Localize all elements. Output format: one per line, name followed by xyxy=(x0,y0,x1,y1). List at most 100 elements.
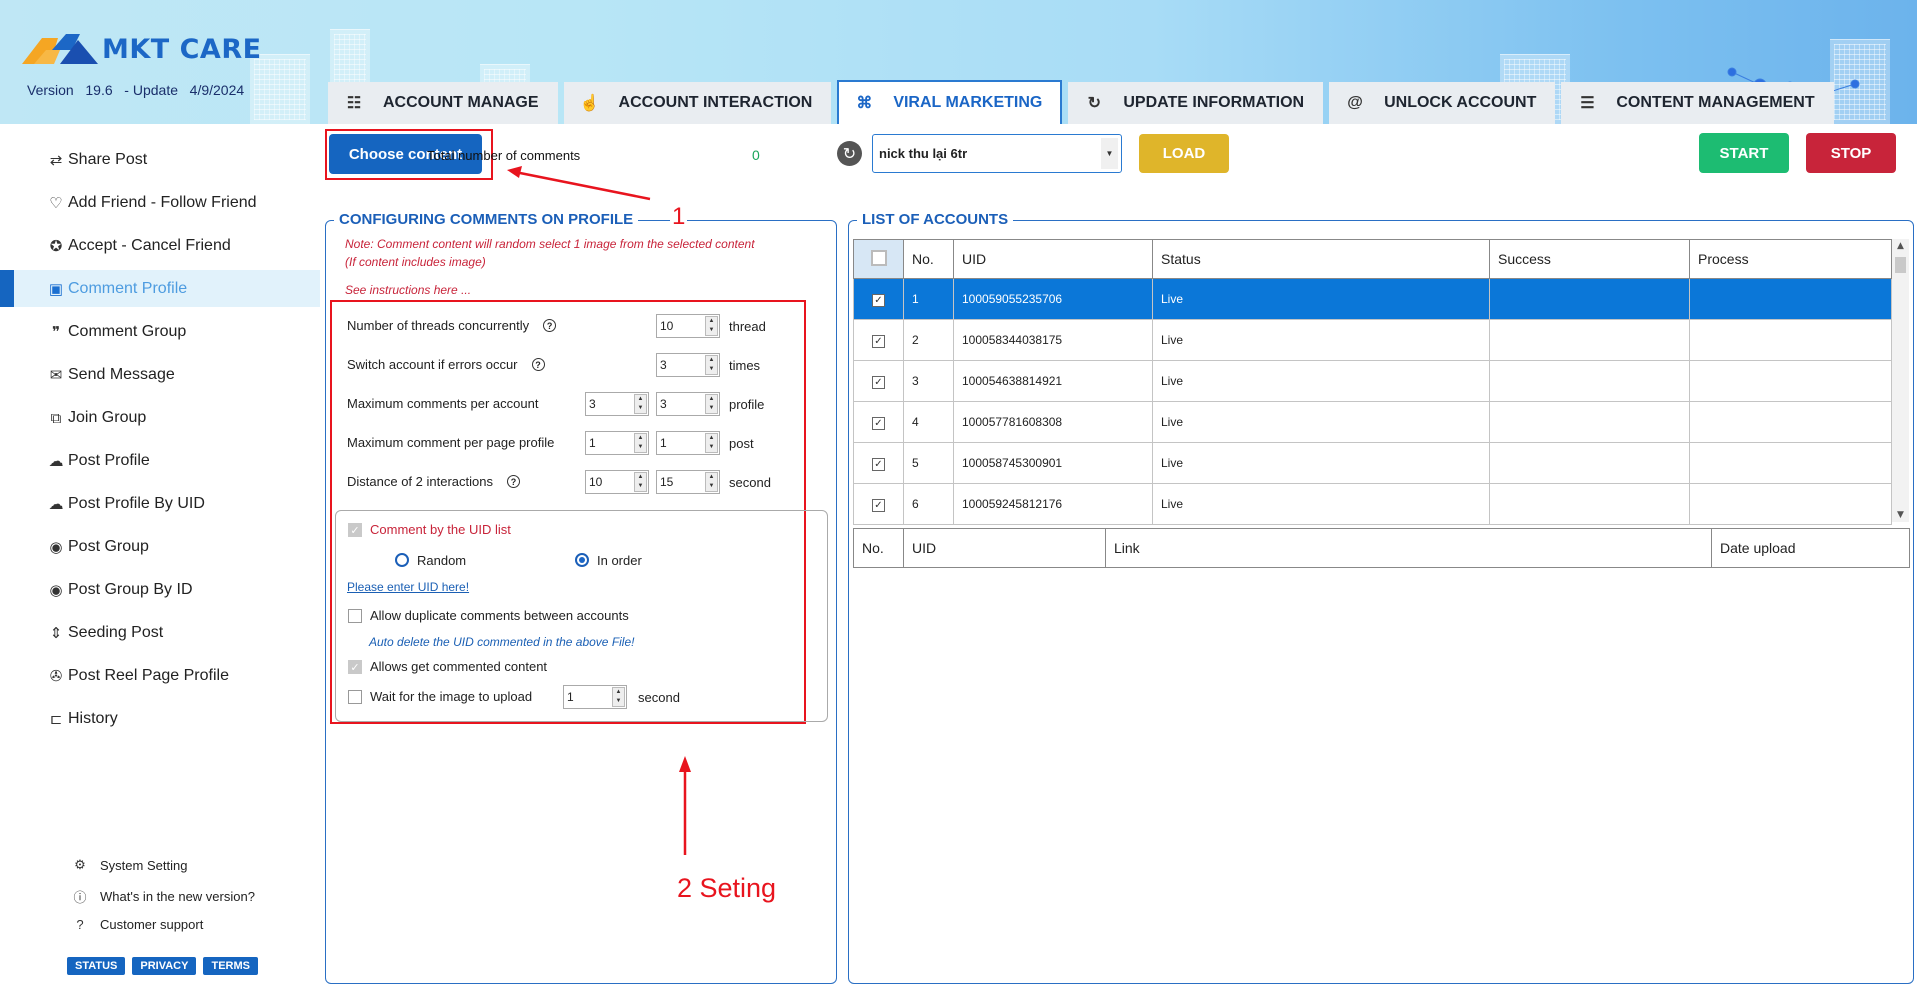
row-checkbox[interactable]: ✓ xyxy=(872,293,885,307)
max-comments-account-min-input[interactable]: 3 ▲ ▼ xyxy=(585,392,649,416)
column-header-uid[interactable]: UID xyxy=(903,528,1106,568)
tab-viral-marketing[interactable]: ⌘ VIRAL MARKETING xyxy=(837,80,1063,124)
table-row[interactable]: ✓ 2 100058344038175 Live xyxy=(853,319,1892,361)
table-row[interactable]: ✓ 5 100058745300901 Live xyxy=(853,442,1892,484)
sidebar-item-history[interactable]: ⊏ History xyxy=(0,700,320,738)
spin-arrows-icon[interactable]: ▲ ▼ xyxy=(705,394,718,414)
privacy-button[interactable]: PRIVACY xyxy=(132,957,197,975)
sidebar-item-seeding-post[interactable]: ⇕ Seeding Post xyxy=(0,614,320,652)
table-row[interactable]: ✓ 3 100054638814921 Live xyxy=(853,360,1892,402)
help-icon[interactable]: ? xyxy=(531,358,545,371)
sidebar-item-comment-profile[interactable]: ▣ Comment Profile xyxy=(0,270,320,307)
row-checkbox-cell[interactable]: ✓ xyxy=(853,319,904,361)
spin-arrows-icon[interactable]: ▲ ▼ xyxy=(705,433,718,453)
row-checkbox[interactable]: ✓ xyxy=(872,498,885,512)
account-folder-select[interactable]: nick thu lại 6tr ▼ xyxy=(872,134,1122,173)
sidebar-item-share-post[interactable]: ⇄ Share Post xyxy=(0,141,320,179)
start-button[interactable]: START xyxy=(1699,133,1789,173)
sidebar-item-accept-cancel-friend[interactable]: ✪ Accept - Cancel Friend xyxy=(0,227,320,265)
sidebar-item-post-group[interactable]: ◉ Post Group xyxy=(0,528,320,566)
row-checkbox-cell[interactable]: ✓ xyxy=(853,442,904,484)
row-checkbox[interactable]: ✓ xyxy=(872,416,885,430)
max-comments-account-max-input[interactable]: 3 ▲ ▼ xyxy=(656,392,720,416)
spin-arrows-icon[interactable]: ▲ ▼ xyxy=(705,355,718,375)
threads-input[interactable]: 10 ▲ ▼ xyxy=(656,314,720,338)
sidebar-item-post-group-by-id[interactable]: ◉ Post Group By ID xyxy=(0,571,320,609)
row-checkbox-cell[interactable]: ✓ xyxy=(853,401,904,443)
tab-account-interaction[interactable]: ☝ ACCOUNT INTERACTION xyxy=(563,82,832,124)
scrollbar-thumb[interactable] xyxy=(1895,257,1906,273)
interaction-distance-min-input[interactable]: 10 ▲ ▼ xyxy=(585,470,649,494)
whats-new-link[interactable]: ⓘ What's in the new version? xyxy=(72,887,254,906)
order-in-order-radio[interactable] xyxy=(575,553,589,567)
sidebar-item-post-profile[interactable]: ☁ Post Profile xyxy=(0,442,320,480)
select-all-checkbox[interactable] xyxy=(870,249,887,266)
spin-arrows-icon[interactable]: ▲ ▼ xyxy=(705,316,718,336)
column-header-uid[interactable]: UID xyxy=(953,239,1153,279)
switch-account-input[interactable]: 3 ▲ ▼ xyxy=(656,353,720,377)
help-icon[interactable]: ? xyxy=(506,475,520,488)
spin-arrows-icon[interactable]: ▲ ▼ xyxy=(634,433,647,453)
select-all-cell[interactable] xyxy=(853,239,904,279)
column-header-date-upload[interactable]: Date upload xyxy=(1711,528,1910,568)
max-comments-account-unit: profile xyxy=(729,397,765,412)
enter-uid-link[interactable]: Please enter UID here! xyxy=(347,580,469,594)
wait-image-input[interactable]: 1 ▲ ▼ xyxy=(563,685,627,709)
table-row[interactable]: ✓ 4 100057781608308 Live xyxy=(853,401,1892,443)
customer-support-link[interactable]: ? Customer support xyxy=(72,917,203,932)
version-label: Version xyxy=(27,82,74,98)
row-checkbox[interactable]: ✓ xyxy=(872,457,885,471)
spin-arrows-icon[interactable]: ▲ ▼ xyxy=(612,687,625,707)
row-checkbox-cell[interactable]: ✓ xyxy=(853,483,904,525)
accounts-scrollbar[interactable]: ▲ ▼ xyxy=(1892,239,1909,522)
spin-arrows-icon[interactable]: ▲ ▼ xyxy=(634,472,647,492)
cell-status: Live xyxy=(1152,401,1490,443)
row-checkbox[interactable]: ✓ xyxy=(872,375,885,389)
load-button[interactable]: LOAD xyxy=(1139,134,1229,173)
column-header-no[interactable]: No. xyxy=(853,528,904,568)
refresh-icon[interactable]: ↻ xyxy=(837,141,862,166)
tab-account-manage[interactable]: ☷ ACCOUNT MANAGE xyxy=(328,82,558,124)
sidebar-item-add-friend[interactable]: ♡ Add Friend - Follow Friend xyxy=(0,184,320,222)
annotation-arrow-1 xyxy=(514,170,651,201)
table-row[interactable]: ✓ 6 100059245812176 Live xyxy=(853,483,1892,525)
app-logo: MKT CARE xyxy=(20,30,262,68)
instructions-link[interactable]: See instructions here ... xyxy=(345,283,471,297)
sidebar-item-post-reel[interactable]: ✇ Post Reel Page Profile xyxy=(0,657,320,695)
column-header-status[interactable]: Status xyxy=(1152,239,1490,279)
spin-arrows-icon[interactable]: ▲ ▼ xyxy=(705,472,718,492)
status-button[interactable]: STATUS xyxy=(67,957,126,975)
tab-content-management[interactable]: ☰ CONTENT MANAGEMENT xyxy=(1561,82,1834,124)
table-row[interactable]: ✓ 1 100059055235706 Live xyxy=(853,278,1892,320)
scroll-up-icon[interactable]: ▲ xyxy=(1892,241,1909,251)
column-header-link[interactable]: Link xyxy=(1105,528,1712,568)
wait-image-checkbox[interactable] xyxy=(348,690,362,704)
get-commented-checkbox[interactable]: ✓ xyxy=(348,660,362,674)
sidebar-item-post-profile-by-uid[interactable]: ☁ Post Profile By UID xyxy=(0,485,320,523)
chevron-down-icon[interactable]: ▼ xyxy=(1101,138,1118,169)
allow-duplicate-checkbox[interactable] xyxy=(348,609,362,623)
spin-arrows-icon[interactable]: ▲ ▼ xyxy=(634,394,647,414)
interaction-distance-max-input[interactable]: 15 ▲ ▼ xyxy=(656,470,720,494)
help-icon[interactable]: ? xyxy=(543,319,557,332)
stop-button[interactable]: STOP xyxy=(1806,133,1896,173)
system-setting-link[interactable]: ⚙ System Setting xyxy=(72,857,187,873)
version-info: Version 19.6 - Update 4/9/2024 xyxy=(27,82,244,98)
comment-by-uid-checkbox[interactable]: ✓ xyxy=(348,523,362,537)
sidebar-item-join-group[interactable]: ⧉ Join Group xyxy=(0,399,320,437)
scroll-down-icon[interactable]: ▼ xyxy=(1892,510,1909,520)
terms-button[interactable]: TERMS xyxy=(203,957,258,975)
sidebar-item-send-message[interactable]: ✉ Send Message xyxy=(0,356,320,394)
column-header-success[interactable]: Success xyxy=(1489,239,1690,279)
order-random-radio[interactable] xyxy=(395,553,409,567)
column-header-process[interactable]: Process xyxy=(1689,239,1892,279)
row-checkbox[interactable]: ✓ xyxy=(872,334,885,348)
column-header-no[interactable]: No. xyxy=(903,239,954,279)
max-comments-page-min-input[interactable]: 1 ▲ ▼ xyxy=(585,431,649,455)
max-comments-page-max-input[interactable]: 1 ▲ ▼ xyxy=(656,431,720,455)
tab-unlock-account[interactable]: @ UNLOCK ACCOUNT xyxy=(1329,82,1556,124)
sidebar-item-comment-group[interactable]: ❞ Comment Group xyxy=(0,313,320,351)
row-checkbox-cell[interactable]: ✓ xyxy=(853,278,904,320)
tab-update-information[interactable]: ↻ UPDATE INFORMATION xyxy=(1068,82,1324,124)
row-checkbox-cell[interactable]: ✓ xyxy=(853,360,904,402)
